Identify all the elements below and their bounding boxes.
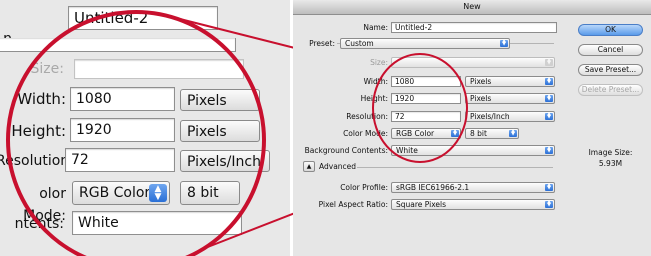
- size-stepper-icon: ▲ ▼: [545, 58, 553, 66]
- color-profile-label: Color Profile:: [340, 183, 388, 192]
- resolution-unit-select[interactable]: Pixels/Inch ▲ ▼: [465, 111, 555, 122]
- name-input[interactable]: Untitled-2: [391, 22, 557, 33]
- pixel-aspect-stepper-icon: ▲ ▼: [545, 200, 553, 208]
- height-unit-value: Pixels: [470, 94, 492, 103]
- ok-button[interactable]: OK: [578, 24, 643, 36]
- width-unit-stepper-icon: ▲ ▼: [545, 77, 553, 85]
- width-label: Width:: [363, 77, 388, 86]
- pixel-aspect-select[interactable]: Square Pixels ▲ ▼: [391, 199, 555, 210]
- width-unit-value: Pixels: [470, 77, 492, 86]
- bit-depth-value: 8 bit: [470, 129, 487, 138]
- width-unit-select[interactable]: Pixels ▲ ▼: [465, 76, 555, 87]
- size-select[interactable]: ▲ ▼: [391, 57, 555, 68]
- resolution-label: Resolution:: [346, 112, 388, 121]
- image-size-label: Image Size:: [588, 148, 633, 157]
- preset-select[interactable]: Custom ▲ ▼: [340, 38, 510, 49]
- resolution-unit-value: Pixels/Inch: [470, 112, 510, 121]
- advanced-label: Advanced: [319, 162, 357, 171]
- advanced-divider: [357, 167, 553, 168]
- height-unit-select[interactable]: Pixels ▲ ▼: [465, 93, 555, 104]
- color-mode-select[interactable]: RGB Color ▲ ▼: [391, 128, 461, 139]
- bit-depth-stepper-icon: ▲ ▼: [509, 129, 517, 137]
- height-label: Height:: [360, 94, 388, 103]
- background-label: Background Contents:: [304, 146, 388, 155]
- resolution-input[interactable]: 72: [391, 111, 461, 122]
- height-input[interactable]: 1920: [391, 93, 461, 104]
- background-value: White: [396, 146, 418, 155]
- height-unit-stepper-icon: ▲ ▼: [545, 94, 553, 102]
- size-label: Size:: [370, 58, 388, 67]
- cancel-button[interactable]: Cancel: [578, 44, 643, 56]
- pixel-aspect-label: Pixel Aspect Ratio:: [318, 200, 388, 209]
- name-label: Name:: [363, 23, 388, 32]
- resolution-unit-stepper-icon: ▲ ▼: [545, 112, 553, 120]
- color-mode-value: RGB Color: [396, 129, 435, 138]
- background-stepper-icon: ▲ ▼: [545, 146, 553, 154]
- disclosure-triangle-icon: ▲: [306, 163, 312, 170]
- pixel-aspect-value: Square Pixels: [396, 200, 447, 209]
- new-document-dialog: New Name: Untitled-2 Preset: Custom ▲ ▼ S…: [293, 0, 651, 256]
- color-profile-value: sRGB IEC61966-2.1: [396, 183, 470, 192]
- dialog-titlebar: New: [293, 0, 651, 15]
- color-profile-select[interactable]: sRGB IEC61966-2.1 ▲ ▼: [391, 182, 555, 193]
- background-select[interactable]: White ▲ ▼: [391, 145, 555, 156]
- preset-stepper-icon: ▲ ▼: [500, 39, 508, 47]
- color-mode-label: Color Mode:: [343, 129, 388, 138]
- bit-depth-select[interactable]: 8 bit ▲ ▼: [465, 128, 519, 139]
- magnifier-ring-icon: [6, 10, 266, 256]
- save-preset-button[interactable]: Save Preset...: [578, 64, 643, 76]
- advanced-toggle[interactable]: ▲: [303, 161, 315, 172]
- width-input[interactable]: 1080: [391, 76, 461, 87]
- image-size-value: 5.93M: [598, 159, 623, 168]
- color-mode-stepper-icon: ▲ ▼: [451, 129, 459, 137]
- preset-label: Preset:: [295, 38, 337, 49]
- preset-value: Custom: [345, 39, 374, 48]
- delete-preset-button[interactable]: Delete Preset...: [578, 84, 643, 96]
- zoom-panel: Untitled-2 n Size: Width: 1080 Pixels He…: [0, 0, 290, 256]
- color-profile-stepper-icon: ▲ ▼: [545, 183, 553, 191]
